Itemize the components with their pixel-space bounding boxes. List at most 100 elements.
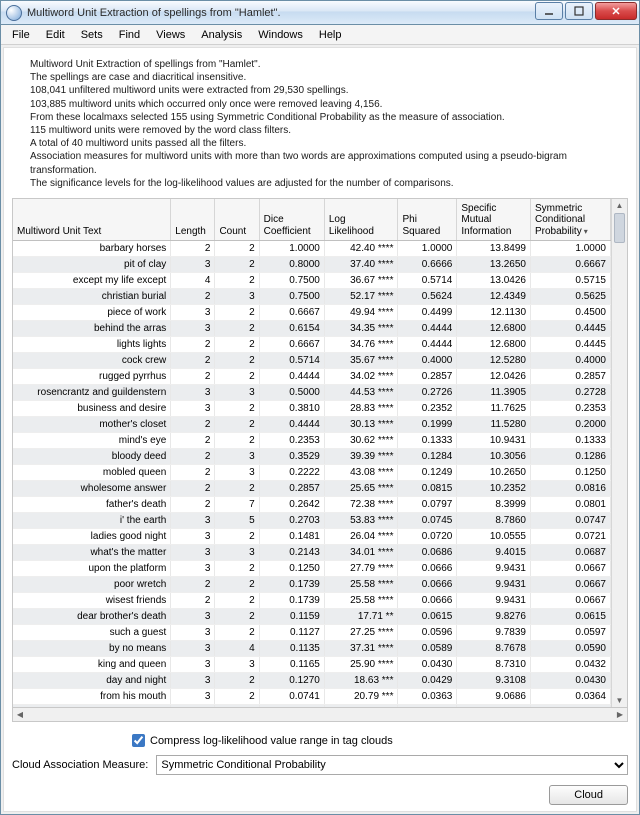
table-cell: 2 bbox=[171, 353, 215, 369]
table-cell: 11.3905 bbox=[457, 385, 531, 401]
summary-line: 108,041 unfiltered multiword units were … bbox=[30, 84, 622, 97]
table-row[interactable]: such a guest320.112727.25 ****0.05969.78… bbox=[13, 625, 611, 641]
table-row[interactable]: sweet heavens220.125020.09 ***0.02278.39… bbox=[13, 705, 611, 707]
table-row[interactable]: wisest friends220.173925.58 ****0.06669.… bbox=[13, 593, 611, 609]
table-row[interactable]: rugged pyrrhus220.444434.02 ****0.285712… bbox=[13, 369, 611, 385]
table-cell: 0.8000 bbox=[259, 257, 324, 273]
table-cell: 0.4445 bbox=[531, 321, 611, 337]
table-cell: 2 bbox=[215, 673, 259, 689]
table-cell: 0.0429 bbox=[398, 673, 457, 689]
table-cell: 0.1286 bbox=[531, 449, 611, 465]
button-row: Cloud bbox=[12, 785, 628, 805]
association-select[interactable]: Symmetric Conditional Probability bbox=[156, 755, 628, 775]
table-row[interactable]: what's the matter330.214334.01 ****0.068… bbox=[13, 545, 611, 561]
table-row[interactable]: wholesome answer220.285725.65 ****0.0815… bbox=[13, 481, 611, 497]
table-row[interactable]: piece of work320.666749.94 ****0.449912.… bbox=[13, 305, 611, 321]
scroll-up-icon[interactable]: ▲ bbox=[612, 199, 627, 213]
column-header[interactable]: Length bbox=[171, 199, 215, 241]
cloud-button[interactable]: Cloud bbox=[549, 785, 628, 805]
table-row[interactable]: mobled queen230.222243.08 ****0.124910.2… bbox=[13, 465, 611, 481]
table-row[interactable]: ladies good night320.148126.04 ****0.072… bbox=[13, 529, 611, 545]
column-header[interactable]: PhiSquared bbox=[398, 199, 457, 241]
table-row[interactable]: pit of clay320.800037.40 ****0.666613.26… bbox=[13, 257, 611, 273]
table-row[interactable]: by no means340.113537.31 ****0.05898.767… bbox=[13, 641, 611, 657]
summary-line: 103,885 multiword units which occurred o… bbox=[30, 98, 622, 111]
summary-line: The spellings are case and diacritical i… bbox=[30, 71, 622, 84]
table-row[interactable]: christian burial230.750052.17 ****0.5624… bbox=[13, 289, 611, 305]
results-table: Multiword Unit TextLengthCountDiceCoeffi… bbox=[13, 199, 611, 707]
compress-label[interactable]: Compress log-likelihood value range in t… bbox=[150, 735, 393, 747]
table-cell: dear brother's death bbox=[13, 609, 171, 625]
table-row[interactable]: mother's closet220.444430.13 ****0.19991… bbox=[13, 417, 611, 433]
table-row[interactable]: barbary horses221.000042.40 ****1.000013… bbox=[13, 241, 611, 257]
table-row[interactable]: bloody deed230.352939.39 ****0.128410.30… bbox=[13, 449, 611, 465]
menu-views[interactable]: Views bbox=[149, 27, 192, 43]
table-row[interactable]: cock crew220.571435.67 ****0.400012.5280… bbox=[13, 353, 611, 369]
table-cell: barbary horses bbox=[13, 241, 171, 257]
column-header[interactable]: SpecificMutualInformation bbox=[457, 199, 531, 241]
menu-file[interactable]: File bbox=[5, 27, 37, 43]
table-cell: 0.0816 bbox=[531, 481, 611, 497]
table-cell: 0.1135 bbox=[259, 641, 324, 657]
table-cell: behind the arras bbox=[13, 321, 171, 337]
menu-edit[interactable]: Edit bbox=[39, 27, 72, 43]
table-cell: 9.7839 bbox=[457, 625, 531, 641]
table-row[interactable]: business and desire320.381028.83 ****0.2… bbox=[13, 401, 611, 417]
table-cell: 2 bbox=[171, 705, 215, 707]
table-cell: 2 bbox=[215, 529, 259, 545]
vertical-scrollbar[interactable]: ▲ ▼ bbox=[611, 199, 627, 707]
table-cell: 3 bbox=[215, 545, 259, 561]
table-cell: poor wretch bbox=[13, 577, 171, 593]
table-row[interactable]: lights lights220.666734.76 ****0.444412.… bbox=[13, 337, 611, 353]
table-cell: 3 bbox=[171, 401, 215, 417]
scroll-left-icon[interactable]: ◀ bbox=[13, 708, 27, 721]
title-bar: Multiword Unit Extraction of spellings f… bbox=[1, 1, 639, 25]
menu-find[interactable]: Find bbox=[112, 27, 147, 43]
table-cell: 0.2857 bbox=[398, 369, 457, 385]
summary-line: Association measures for multiword units… bbox=[30, 150, 622, 176]
table-cell: 0.1333 bbox=[531, 433, 611, 449]
column-header[interactable]: Multiword Unit Text bbox=[13, 199, 171, 241]
summary-line: From these localmaxs selected 155 using … bbox=[30, 111, 622, 124]
table-row[interactable]: i' the earth350.270353.83 ****0.07458.78… bbox=[13, 513, 611, 529]
column-header[interactable]: DiceCoefficient bbox=[259, 199, 324, 241]
table-cell: 0.0432 bbox=[531, 657, 611, 673]
menu-sets[interactable]: Sets bbox=[74, 27, 110, 43]
menu-help[interactable]: Help bbox=[312, 27, 349, 43]
table-cell: 2 bbox=[215, 705, 259, 707]
table-cell: 2 bbox=[171, 369, 215, 385]
horizontal-scrollbar[interactable]: ◀ ▶ bbox=[12, 708, 628, 722]
menu-windows[interactable]: Windows bbox=[251, 27, 310, 43]
menu-analysis[interactable]: Analysis bbox=[194, 27, 249, 43]
table-cell: 0.1250 bbox=[259, 705, 324, 707]
table-cell: 2 bbox=[215, 273, 259, 289]
scroll-down-icon[interactable]: ▼ bbox=[612, 693, 627, 707]
column-header[interactable]: SymmetricConditionalProbability bbox=[531, 199, 611, 241]
table-cell: 2 bbox=[215, 337, 259, 353]
close-button[interactable] bbox=[595, 2, 637, 20]
column-header[interactable]: LogLikelihood bbox=[324, 199, 398, 241]
table-row[interactable]: mind's eye220.235330.62 ****0.133310.943… bbox=[13, 433, 611, 449]
table-row[interactable]: rosencrantz and guildenstern330.500044.5… bbox=[13, 385, 611, 401]
app-window: Multiword Unit Extraction of spellings f… bbox=[0, 0, 640, 815]
table-cell: 27.79 **** bbox=[324, 561, 398, 577]
table-row[interactable]: dear brother's death320.115917.71 **0.06… bbox=[13, 609, 611, 625]
table-cell: 12.1130 bbox=[457, 305, 531, 321]
minimize-button[interactable] bbox=[535, 2, 563, 20]
table-row[interactable]: behind the arras320.615434.35 ****0.4444… bbox=[13, 321, 611, 337]
maximize-button[interactable] bbox=[565, 2, 593, 20]
table-row[interactable]: father's death270.264272.38 ****0.07978.… bbox=[13, 497, 611, 513]
table-cell: 2 bbox=[215, 369, 259, 385]
scrollbar-thumb[interactable] bbox=[614, 213, 625, 243]
table-cell: 34.35 **** bbox=[324, 321, 398, 337]
content-panel: Multiword Unit Extraction of spellings f… bbox=[3, 47, 637, 812]
table-row[interactable]: from his mouth320.074120.79 ***0.03639.0… bbox=[13, 689, 611, 705]
scroll-right-icon[interactable]: ▶ bbox=[613, 708, 627, 721]
table-row[interactable]: upon the platform320.125027.79 ****0.066… bbox=[13, 561, 611, 577]
table-row[interactable]: except my life except420.750036.67 ****0… bbox=[13, 273, 611, 289]
compress-checkbox[interactable] bbox=[132, 734, 145, 747]
table-row[interactable]: poor wretch220.173925.58 ****0.06669.943… bbox=[13, 577, 611, 593]
column-header[interactable]: Count bbox=[215, 199, 259, 241]
table-row[interactable]: king and queen330.116525.90 ****0.04308.… bbox=[13, 657, 611, 673]
table-row[interactable]: day and night320.127018.63 ***0.04299.31… bbox=[13, 673, 611, 689]
